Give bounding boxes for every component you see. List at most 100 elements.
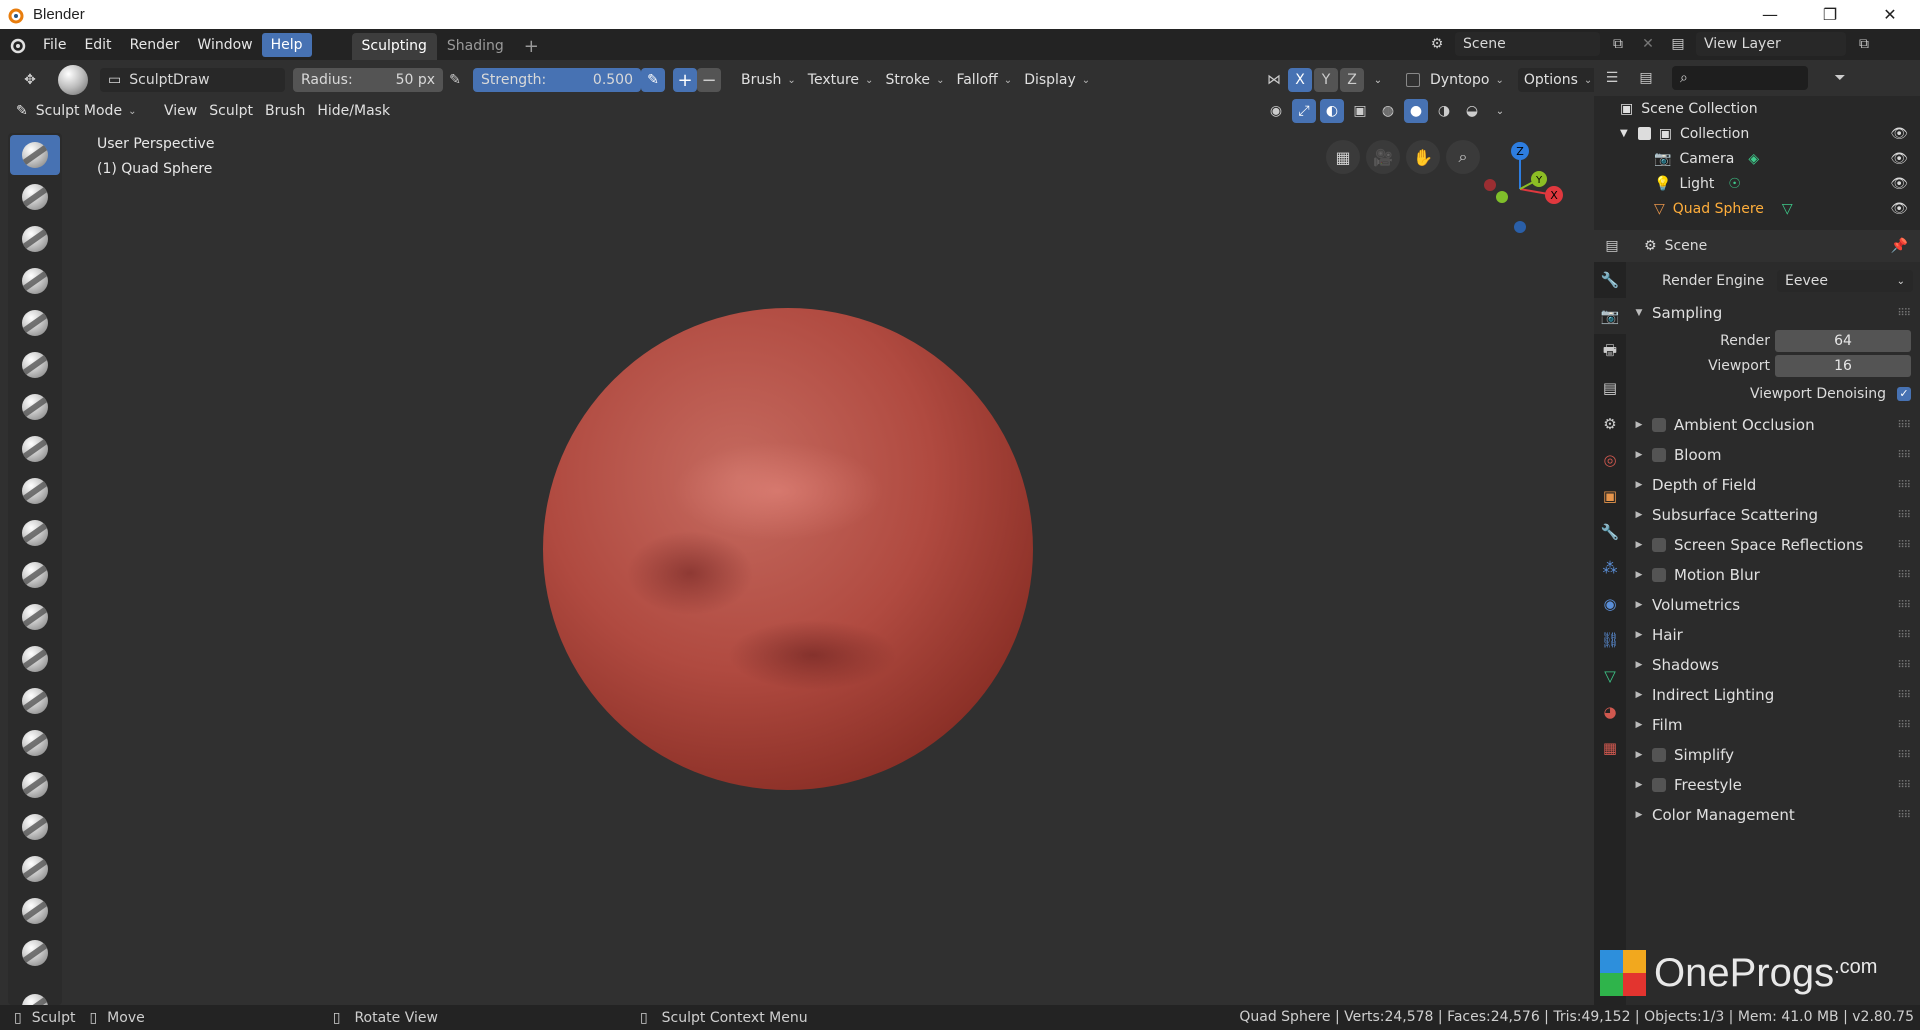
section-subsurface-scattering[interactable]: ▶ Subsurface Scattering ⠿⠿ bbox=[1630, 500, 1920, 530]
delete-scene-icon[interactable]: ✕ bbox=[1636, 32, 1660, 56]
scene-selector-icon[interactable]: ⚙ bbox=[1425, 32, 1449, 56]
tool-nudge[interactable] bbox=[10, 765, 60, 805]
properties-editor-icon[interactable]: ▤ bbox=[1600, 234, 1624, 258]
texture-tab-icon[interactable]: ▦ bbox=[1594, 730, 1626, 766]
editor-type-icon[interactable]: ☰ bbox=[1600, 66, 1624, 90]
pin-icon[interactable]: 📌 bbox=[1891, 238, 1908, 254]
outliner-camera[interactable]: 📷 Camera ◈ 👁 bbox=[1594, 146, 1920, 171]
tool-snake-hook[interactable] bbox=[10, 681, 60, 721]
constraints-tab-icon[interactable]: ⛓ bbox=[1594, 622, 1626, 658]
xray-toggle-icon[interactable]: ▣ bbox=[1348, 99, 1372, 123]
brush-menu[interactable]: Brush ⌄ bbox=[735, 68, 802, 92]
render-samples-field[interactable]: 64 bbox=[1775, 329, 1911, 352]
mirror-x-toggle[interactable]: X bbox=[1288, 68, 1312, 92]
section-depth-of-field[interactable]: ▶ Depth of Field ⠿⠿ bbox=[1630, 470, 1920, 500]
add-workspace-button[interactable]: + bbox=[514, 33, 549, 60]
object-tab-icon[interactable]: ▣ bbox=[1594, 478, 1626, 514]
mirror-y-toggle[interactable]: Y bbox=[1314, 68, 1338, 92]
tool-fill[interactable] bbox=[10, 513, 60, 553]
section-hair[interactable]: ▶ Hair ⠿⠿ bbox=[1630, 620, 1920, 650]
tool-draw[interactable] bbox=[10, 135, 60, 175]
symmetry-icon[interactable]: ⋈ bbox=[1262, 68, 1286, 92]
strength-pressure-icon[interactable]: ✎ bbox=[641, 68, 665, 92]
scene-tab-icon[interactable]: ⚙ bbox=[1594, 406, 1626, 442]
render-engine-dropdown[interactable]: Eevee ⌄ bbox=[1777, 270, 1913, 292]
dyntopo-toggle[interactable]: Dyntopo ⌄ bbox=[1400, 68, 1510, 92]
section-screen-space-reflections[interactable]: ▶ Screen Space Reflections ⠿⠿ bbox=[1630, 530, 1920, 560]
section-freestyle[interactable]: ▶ Freestyle ⠿⠿ bbox=[1630, 770, 1920, 800]
visibility-icon[interactable]: ◉ bbox=[1264, 99, 1288, 123]
section-shadows[interactable]: ▶ Shadows ⠿⠿ bbox=[1630, 650, 1920, 680]
drag-grip-icon[interactable]: ⠿⠿ bbox=[1897, 570, 1911, 581]
menu-window[interactable]: Window bbox=[188, 33, 261, 57]
tab-shading[interactable]: Shading bbox=[437, 33, 514, 60]
radius-slider[interactable]: Radius: 50 px bbox=[293, 68, 443, 92]
output-tab-icon[interactable]: 🖶 bbox=[1594, 334, 1626, 370]
brush-name-field[interactable]: ▭ SculptDraw bbox=[100, 68, 285, 92]
outliner-light[interactable]: 💡 Light ☉ 👁 bbox=[1594, 171, 1920, 196]
sculpt-menu[interactable]: Sculpt bbox=[203, 99, 259, 123]
mirror-z-toggle[interactable]: Z bbox=[1340, 68, 1364, 92]
brush-preview-icon[interactable] bbox=[58, 65, 88, 95]
tool-box-mask[interactable] bbox=[10, 933, 60, 973]
outliner-scene-collection[interactable]: ▣ Scene Collection bbox=[1594, 96, 1920, 121]
tool-simplify[interactable] bbox=[10, 849, 60, 889]
eye-icon[interactable]: 👁 bbox=[1890, 201, 1908, 217]
tool-clay-strips[interactable] bbox=[10, 219, 60, 259]
tool-pinch[interactable] bbox=[10, 597, 60, 637]
drag-grip-icon[interactable]: ⠿⠿ bbox=[1897, 660, 1911, 671]
modifier-tab-icon[interactable]: 🔧 bbox=[1594, 514, 1626, 550]
expand-arrow-icon[interactable]: ▼ bbox=[1620, 128, 1628, 139]
section-simplify[interactable]: ▶ Simplify ⠿⠿ bbox=[1630, 740, 1920, 770]
tool-blob[interactable] bbox=[10, 345, 60, 385]
maximize-button[interactable]: ❐ bbox=[1800, 0, 1860, 29]
drag-grip-icon[interactable]: ⠿⠿ bbox=[1897, 690, 1911, 701]
direction-subtract-button[interactable]: − bbox=[697, 68, 721, 92]
mode-selector[interactable]: ✎ Sculpt Mode ⌄ bbox=[10, 99, 148, 123]
section-enable-checkbox[interactable] bbox=[1652, 748, 1666, 762]
world-tab-icon[interactable]: ◎ bbox=[1594, 442, 1626, 478]
display-menu[interactable]: Display ⌄ bbox=[1018, 68, 1096, 92]
section-volumetrics[interactable]: ▶ Volumetrics ⠿⠿ bbox=[1630, 590, 1920, 620]
transform-tool-icon[interactable]: ✥ bbox=[10, 68, 50, 92]
close-button[interactable]: ✕ bbox=[1860, 0, 1920, 29]
wireframe-shading-icon[interactable]: ◍ bbox=[1376, 99, 1400, 123]
section-bloom[interactable]: ▶ Bloom ⠿⠿ bbox=[1630, 440, 1920, 470]
solid-shading-icon[interactable]: ● bbox=[1404, 99, 1428, 123]
tool-clay[interactable] bbox=[10, 177, 60, 217]
radius-pressure-icon[interactable]: ✎ bbox=[443, 68, 467, 92]
collection-checkbox[interactable] bbox=[1637, 127, 1651, 140]
material-shading-icon[interactable]: ◑ bbox=[1432, 99, 1456, 123]
dyntopo-checkbox[interactable] bbox=[1406, 73, 1420, 87]
section-enable-checkbox[interactable] bbox=[1652, 568, 1666, 582]
view-layer-icon[interactable]: ▤ bbox=[1666, 32, 1690, 56]
tool-grab[interactable] bbox=[10, 639, 60, 679]
tool-smooth[interactable] bbox=[10, 429, 60, 469]
shading-options-icon[interactable]: ⌄ bbox=[1488, 99, 1512, 123]
filter-icon[interactable]: ⏷ bbox=[1828, 66, 1852, 90]
outliner-collection[interactable]: ▼ ▣ Collection 👁 bbox=[1594, 121, 1920, 146]
eye-icon[interactable]: 👁 bbox=[1890, 126, 1908, 142]
symmetry-dropdown-icon[interactable]: ⌄ bbox=[1366, 68, 1390, 92]
menu-render[interactable]: Render bbox=[121, 33, 189, 57]
tool-inflate[interactable] bbox=[10, 303, 60, 343]
toggle-ortho-icon[interactable]: ▦ bbox=[1326, 140, 1360, 174]
tool-layer[interactable] bbox=[10, 261, 60, 301]
view-menu[interactable]: View bbox=[158, 99, 203, 123]
tool-thumb[interactable] bbox=[10, 723, 60, 763]
drag-grip-icon[interactable]: ⠿⠿ bbox=[1897, 450, 1911, 461]
direction-add-button[interactable]: + bbox=[673, 68, 697, 92]
section-enable-checkbox[interactable] bbox=[1652, 418, 1666, 432]
eye-icon[interactable]: 👁 bbox=[1890, 151, 1908, 167]
section-indirect-lighting[interactable]: ▶ Indirect Lighting ⠿⠿ bbox=[1630, 680, 1920, 710]
scene-field[interactable]: Scene bbox=[1455, 32, 1600, 56]
viewport-samples-field[interactable]: 16 bbox=[1775, 354, 1911, 377]
drag-grip-icon[interactable]: ⠿⠿ bbox=[1897, 750, 1911, 761]
tool-crease[interactable] bbox=[10, 387, 60, 427]
camera-view-icon[interactable]: 🎥 bbox=[1366, 140, 1400, 174]
falloff-menu[interactable]: Falloff ⌄ bbox=[950, 68, 1018, 92]
drag-grip-icon[interactable]: ⠿⠿ bbox=[1897, 630, 1911, 641]
drag-grip-icon[interactable]: ⠿⠿ bbox=[1897, 540, 1911, 551]
drag-grip-icon[interactable]: ⠿⠿ bbox=[1897, 780, 1911, 791]
brush-menu-2[interactable]: Brush bbox=[259, 99, 311, 123]
